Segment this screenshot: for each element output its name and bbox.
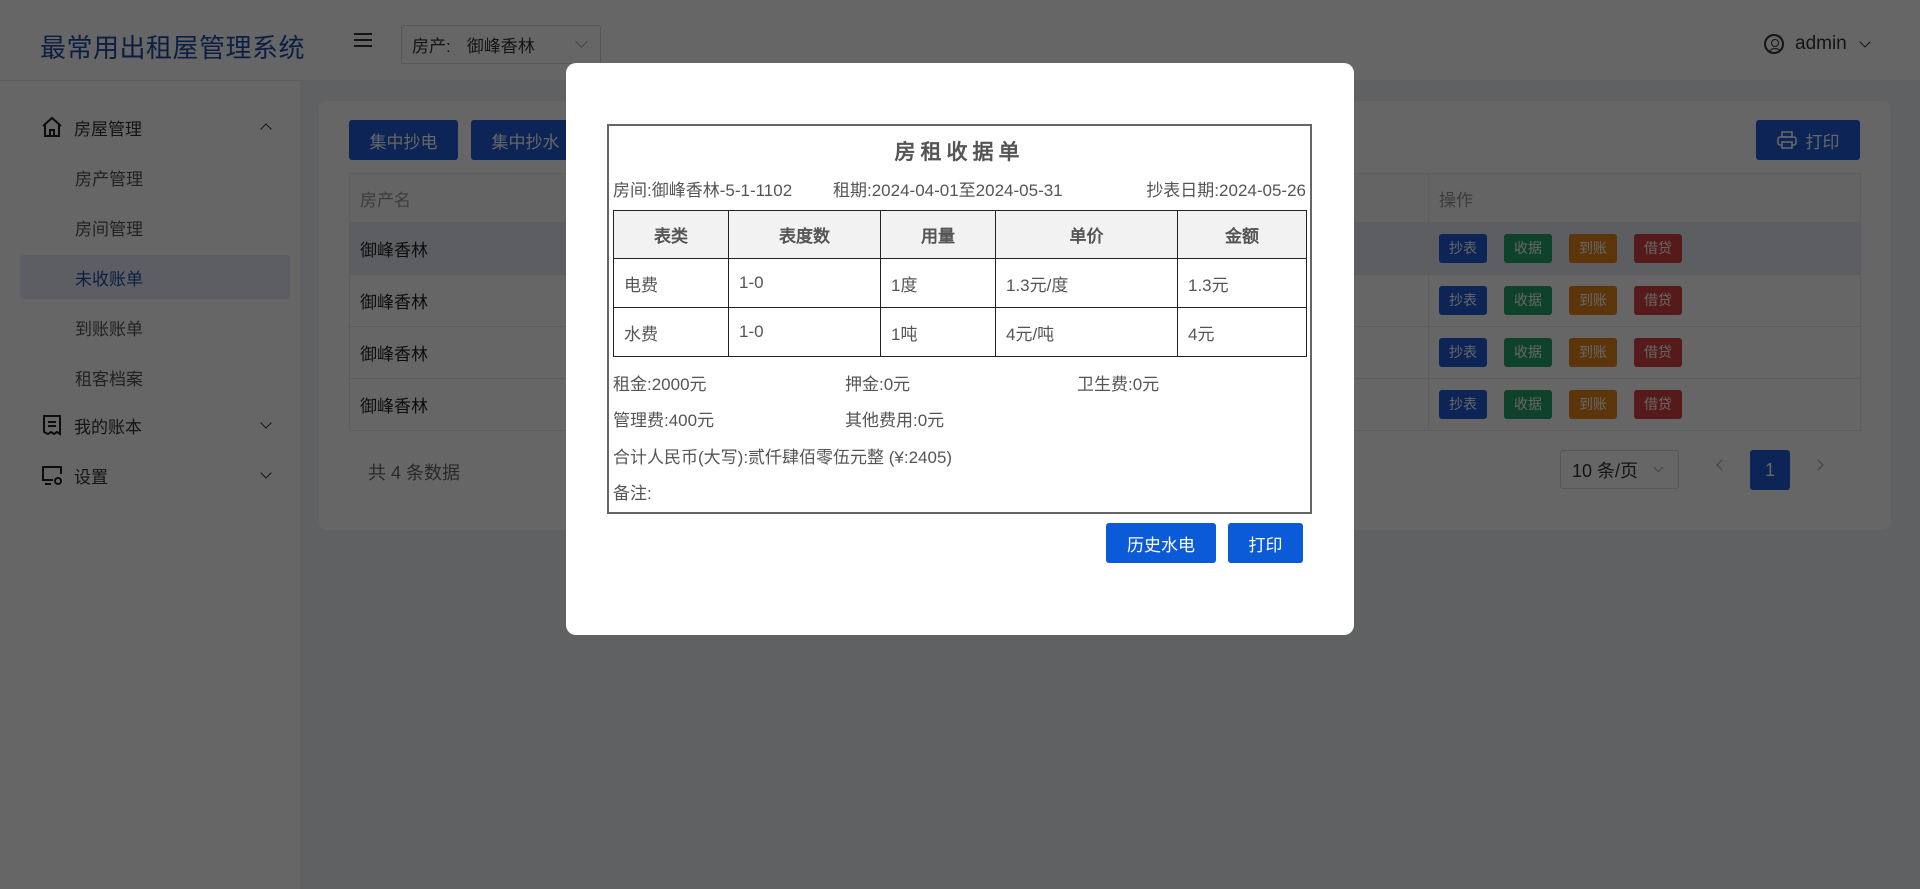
fee-column-header: 金额: [1177, 210, 1307, 259]
fee-cell: 1-0: [728, 307, 881, 357]
fee-cell: 电费: [613, 258, 729, 308]
history-utilities-button[interactable]: 历史水电: [1106, 523, 1216, 563]
fee-cell: 1度: [880, 258, 996, 308]
receipt-rent: 租金:2000元: [613, 375, 707, 394]
receipt-other-fees: 其他费用:0元: [845, 411, 945, 430]
fee-column-header: 用量: [880, 210, 996, 259]
fee-cell: 1.3元: [1177, 258, 1307, 308]
receipt-deposit: 押金:0元: [845, 375, 911, 394]
rent-receipt: 房租收据单 房间:御峰香林-5-1-1102 租期:2024-04-01至202…: [607, 124, 1312, 514]
fee-cell: 1.3元/度: [995, 258, 1178, 308]
receipt-rent-period: 租期:2024-04-01至2024-05-31: [833, 181, 1063, 200]
utility-fee-table: 表类 表度数 用量 单价 金额 电费 1-0 1度 1.3元/度 1.3元 水费: [613, 210, 1307, 357]
receipt-management-fee: 管理费:400元: [613, 411, 715, 430]
receipt-reading-date: 抄表日期:2024-05-26: [1146, 181, 1306, 200]
fee-row-electric: 电费 1-0 1度 1.3元/度 1.3元: [613, 258, 1307, 308]
fee-cell: 4元: [1177, 307, 1307, 357]
fee-cell: 1吨: [880, 307, 996, 357]
receipt-room: 房间:御峰香林-5-1-1102: [613, 181, 793, 200]
fee-row-water: 水费 1-0 1吨 4元/吨 4元: [613, 307, 1307, 357]
fee-cell: 1-0: [728, 258, 881, 308]
fee-table-header-row: 表类 表度数 用量 单价 金额: [613, 210, 1307, 259]
receipt-modal: 房租收据单 房间:御峰香林-5-1-1102 租期:2024-04-01至202…: [566, 63, 1354, 635]
modal-print-button[interactable]: 打印: [1228, 523, 1303, 563]
receipt-remarks: 备注:: [613, 484, 652, 503]
receipt-sanitation-fee: 卫生费:0元: [1077, 375, 1160, 394]
fee-column-header: 表类: [613, 210, 729, 259]
fee-cell: 4元/吨: [995, 307, 1178, 357]
receipt-total: 合计人民币(大写):贰仟肆佰零伍元整 (¥:2405): [613, 448, 953, 467]
fee-column-header: 单价: [995, 210, 1178, 259]
fee-cell: 水费: [613, 307, 729, 357]
fee-column-header: 表度数: [728, 210, 881, 259]
receipt-title: 房租收据单: [894, 141, 1025, 164]
